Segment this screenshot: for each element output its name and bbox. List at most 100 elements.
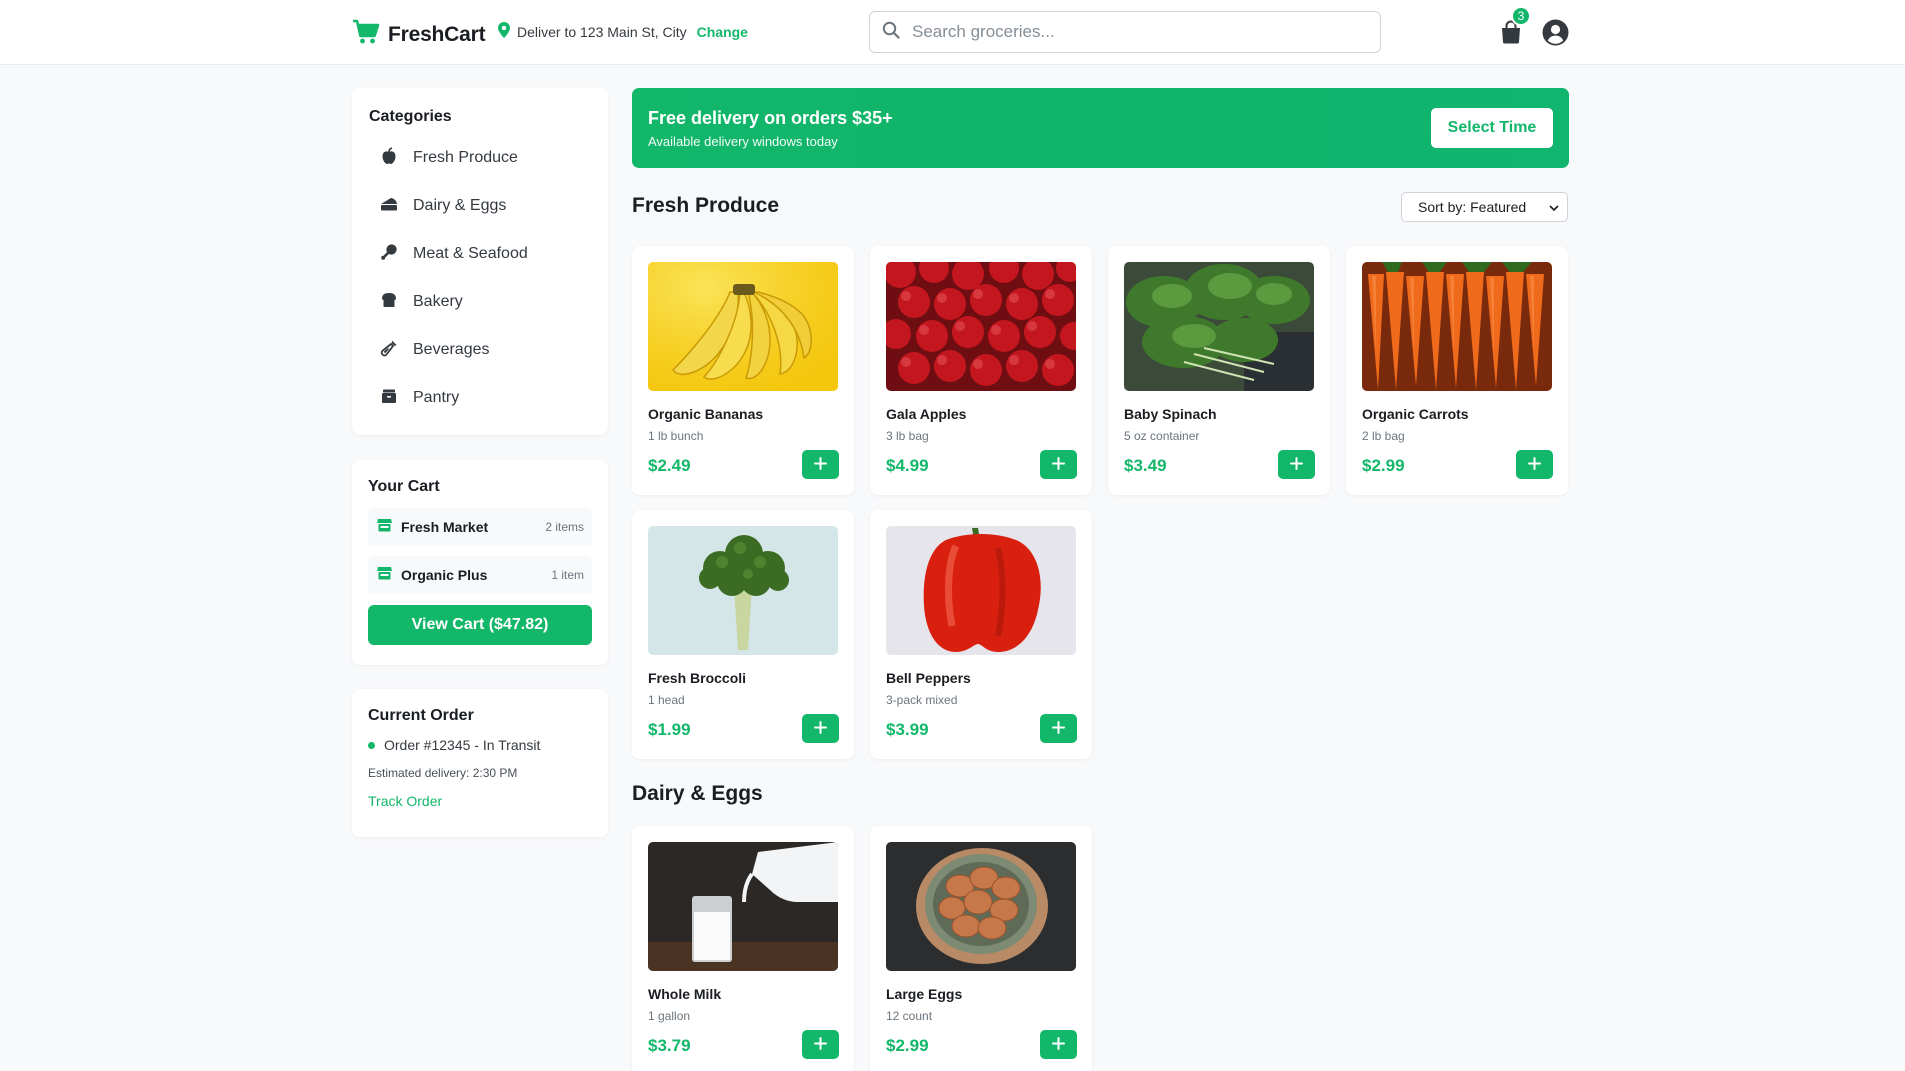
add-to-cart-button[interactable] bbox=[1040, 1030, 1077, 1059]
banner-title: Free delivery on orders $35+ bbox=[648, 108, 893, 128]
bottle-icon bbox=[380, 339, 398, 362]
plus-icon bbox=[1528, 456, 1541, 473]
cart-title: Your Cart bbox=[368, 478, 440, 495]
plus-icon bbox=[1052, 1036, 1065, 1053]
product-name: Organic Bananas bbox=[648, 406, 764, 422]
store-item-count: 2 items bbox=[545, 520, 584, 534]
plus-icon bbox=[814, 720, 827, 737]
category-beverages[interactable]: Beverages bbox=[369, 326, 591, 374]
category-dairy-eggs[interactable]: Dairy & Eggs bbox=[369, 182, 591, 230]
cart-count-badge: 3 bbox=[1511, 6, 1531, 26]
bread-icon bbox=[380, 291, 398, 314]
add-to-cart-button[interactable] bbox=[802, 1030, 839, 1059]
category-label: Dairy & Eggs bbox=[413, 197, 507, 214]
product-price: $3.49 bbox=[1124, 456, 1167, 475]
add-to-cart-button[interactable] bbox=[1040, 450, 1077, 479]
product-name: Baby Spinach bbox=[1124, 406, 1217, 422]
add-to-cart-button[interactable] bbox=[1278, 450, 1315, 479]
cart-panel: Your Cart Fresh Market 2 items Organic P… bbox=[352, 460, 608, 665]
add-to-cart-button[interactable] bbox=[1516, 450, 1553, 479]
product-image-eggs[interactable] bbox=[886, 842, 1076, 971]
order-status: Order #12345 - In Transit bbox=[368, 737, 592, 753]
current-order-panel: Current Order Order #12345 - In Transit … bbox=[352, 689, 608, 837]
categories-title: Categories bbox=[369, 108, 452, 125]
store-item-count: 1 item bbox=[551, 568, 584, 582]
product-card[interactable]: Gala Apples 3 lb bag $4.99 bbox=[870, 246, 1092, 495]
store-name: Fresh Market bbox=[401, 519, 489, 535]
category-label: Bakery bbox=[413, 293, 463, 310]
map-pin-icon bbox=[498, 22, 517, 41]
plus-icon bbox=[1052, 456, 1065, 473]
search-input[interactable] bbox=[912, 22, 1352, 42]
sort-label: Sort by: Featured bbox=[1418, 199, 1527, 215]
category-label: Beverages bbox=[413, 341, 490, 358]
product-name: Organic Carrots bbox=[1362, 406, 1469, 422]
user-circle-icon bbox=[1542, 19, 1569, 50]
current-order-title: Current Order bbox=[368, 707, 474, 724]
view-cart-button[interactable]: View Cart ($47.82) bbox=[368, 605, 592, 645]
search-bar[interactable] bbox=[869, 11, 1381, 53]
product-card[interactable]: Bell Peppers 3-pack mixed $3.99 bbox=[870, 510, 1092, 759]
select-time-button[interactable]: Select Time bbox=[1431, 108, 1553, 148]
product-name: Gala Apples bbox=[886, 406, 967, 422]
product-card[interactable]: Organic Carrots 2 lb bag $2.99 bbox=[1346, 246, 1568, 495]
category-pantry[interactable]: Pantry bbox=[369, 374, 591, 422]
banner-subtitle: Available delivery windows today bbox=[648, 134, 838, 149]
order-status-text: Order #12345 - In Transit bbox=[384, 737, 541, 753]
product-name: Large Eggs bbox=[886, 986, 963, 1002]
store-icon bbox=[377, 518, 392, 537]
product-price: $4.99 bbox=[886, 456, 929, 475]
product-price: $3.79 bbox=[648, 1036, 691, 1055]
store-name: Organic Plus bbox=[401, 567, 488, 583]
product-unit: 3-pack mixed bbox=[886, 693, 958, 707]
category-fresh-produce[interactable]: Fresh Produce bbox=[369, 134, 591, 182]
add-to-cart-button[interactable] bbox=[1040, 714, 1077, 743]
add-to-cart-button[interactable] bbox=[802, 450, 839, 479]
box-icon bbox=[380, 387, 398, 410]
product-image-apples[interactable] bbox=[886, 262, 1076, 391]
product-card[interactable]: Whole Milk 1 gallon $3.79 bbox=[632, 826, 854, 1071]
brand-name: FreshCart bbox=[388, 22, 486, 46]
category-label: Pantry bbox=[413, 389, 460, 406]
drumstick-icon bbox=[380, 243, 398, 266]
product-unit: 1 gallon bbox=[648, 1009, 691, 1023]
product-unit: 5 oz container bbox=[1124, 429, 1200, 443]
profile-button[interactable] bbox=[1542, 19, 1569, 46]
change-address-link[interactable]: Change bbox=[697, 24, 748, 40]
store-icon bbox=[377, 566, 392, 585]
cart-store-row[interactable]: Organic Plus 1 item bbox=[368, 556, 592, 594]
product-unit: 1 head bbox=[648, 693, 685, 707]
product-card[interactable]: Fresh Broccoli 1 head $1.99 bbox=[632, 510, 854, 759]
product-price: $2.99 bbox=[1362, 456, 1405, 475]
product-card[interactable]: Organic Bananas 1 lb bunch $2.49 bbox=[632, 246, 854, 495]
product-name: Bell Peppers bbox=[886, 670, 971, 686]
categories-panel: Categories Fresh Produce Dairy & Eggs Me… bbox=[352, 88, 608, 435]
product-price: $3.99 bbox=[886, 720, 929, 739]
cart-store-row[interactable]: Fresh Market 2 items bbox=[368, 508, 592, 546]
product-image-carrots[interactable] bbox=[1362, 262, 1552, 391]
cheese-icon bbox=[380, 195, 398, 218]
cart-button[interactable]: 3 bbox=[1500, 6, 1531, 44]
product-image-bananas[interactable] bbox=[648, 262, 838, 391]
product-unit: 3 lb bag bbox=[886, 429, 929, 443]
estimated-delivery: Estimated delivery: 2:30 PM bbox=[368, 766, 518, 780]
product-card[interactable]: Baby Spinach 5 oz container $3.49 bbox=[1108, 246, 1330, 495]
product-name: Whole Milk bbox=[648, 986, 722, 1002]
delivery-address: Deliver to 123 Main St, City Change bbox=[498, 22, 748, 41]
brand-logo[interactable]: FreshCart bbox=[352, 19, 486, 50]
section-title-dairy-eggs: Dairy & Eggs bbox=[632, 782, 763, 805]
product-image-milk[interactable] bbox=[648, 842, 838, 971]
product-image-bell-pepper[interactable] bbox=[886, 526, 1076, 655]
section-title-fresh-produce: Fresh Produce bbox=[632, 194, 780, 217]
free-delivery-banner: Free delivery on orders $35+ Available d… bbox=[632, 88, 1569, 168]
category-bakery[interactable]: Bakery bbox=[369, 278, 591, 326]
product-image-broccoli[interactable] bbox=[648, 526, 838, 655]
add-to-cart-button[interactable] bbox=[802, 714, 839, 743]
product-image-spinach[interactable] bbox=[1124, 262, 1314, 391]
sort-select[interactable]: Sort by: Featured bbox=[1401, 192, 1568, 222]
top-header: FreshCart Deliver to 123 Main St, City C… bbox=[0, 0, 1905, 65]
track-order-link[interactable]: Track Order bbox=[368, 793, 442, 809]
plus-icon bbox=[1290, 456, 1303, 473]
product-card[interactable]: Large Eggs 12 count $2.99 bbox=[870, 826, 1092, 1071]
category-meat-seafood[interactable]: Meat & Seafood bbox=[369, 230, 591, 278]
